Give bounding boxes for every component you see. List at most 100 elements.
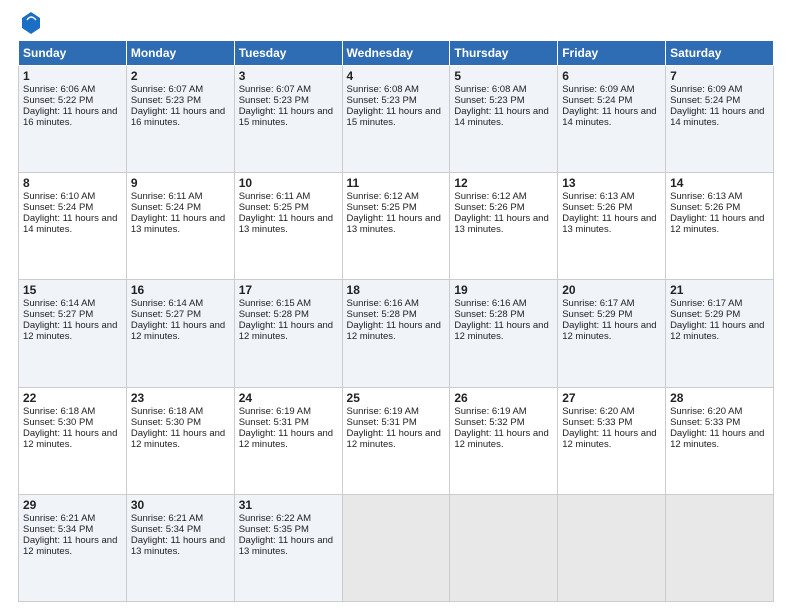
- day-number: 8: [23, 176, 122, 190]
- day-number: 7: [670, 69, 769, 83]
- calendar-header-monday: Monday: [126, 41, 234, 66]
- calendar-cell: 5Sunrise: 6:08 AMSunset: 5:23 PMDaylight…: [450, 66, 558, 173]
- sunset-text: Sunset: 5:24 PM: [670, 95, 740, 106]
- sunrise-text: Sunrise: 6:20 AM: [670, 406, 742, 417]
- calendar-cell: 9Sunrise: 6:11 AMSunset: 5:24 PMDaylight…: [126, 173, 234, 280]
- day-number: 12: [454, 176, 553, 190]
- sunrise-text: Sunrise: 6:11 AM: [239, 191, 311, 202]
- sunrise-text: Sunrise: 6:16 AM: [454, 298, 526, 309]
- day-number: 9: [131, 176, 230, 190]
- calendar-cell: 14Sunrise: 6:13 AMSunset: 5:26 PMDayligh…: [666, 173, 774, 280]
- calendar-cell: [342, 494, 450, 601]
- daylight-text: Daylight: 11 hours and 12 minutes.: [131, 320, 225, 342]
- sunset-text: Sunset: 5:28 PM: [347, 309, 417, 320]
- day-number: 14: [670, 176, 769, 190]
- daylight-text: Daylight: 11 hours and 12 minutes.: [239, 428, 333, 450]
- sunset-text: Sunset: 5:24 PM: [23, 202, 93, 213]
- page: SundayMondayTuesdayWednesdayThursdayFrid…: [0, 0, 792, 612]
- day-number: 10: [239, 176, 338, 190]
- sunset-text: Sunset: 5:23 PM: [239, 95, 309, 106]
- calendar-cell: 3Sunrise: 6:07 AMSunset: 5:23 PMDaylight…: [234, 66, 342, 173]
- sunset-text: Sunset: 5:23 PM: [454, 95, 524, 106]
- sunrise-text: Sunrise: 6:17 AM: [562, 298, 634, 309]
- calendar-cell: 10Sunrise: 6:11 AMSunset: 5:25 PMDayligh…: [234, 173, 342, 280]
- daylight-text: Daylight: 11 hours and 14 minutes.: [454, 106, 548, 128]
- daylight-text: Daylight: 11 hours and 13 minutes.: [131, 535, 225, 557]
- calendar-cell: 4Sunrise: 6:08 AMSunset: 5:23 PMDaylight…: [342, 66, 450, 173]
- calendar-cell: 31Sunrise: 6:22 AMSunset: 5:35 PMDayligh…: [234, 494, 342, 601]
- sunrise-text: Sunrise: 6:12 AM: [454, 191, 526, 202]
- sunrise-text: Sunrise: 6:08 AM: [347, 84, 419, 95]
- sunset-text: Sunset: 5:29 PM: [670, 309, 740, 320]
- calendar-cell: 29Sunrise: 6:21 AMSunset: 5:34 PMDayligh…: [19, 494, 127, 601]
- sunset-text: Sunset: 5:23 PM: [347, 95, 417, 106]
- sunrise-text: Sunrise: 6:20 AM: [562, 406, 634, 417]
- day-number: 13: [562, 176, 661, 190]
- sunset-text: Sunset: 5:30 PM: [23, 417, 93, 428]
- day-number: 29: [23, 498, 122, 512]
- day-number: 6: [562, 69, 661, 83]
- sunrise-text: Sunrise: 6:21 AM: [23, 513, 95, 524]
- daylight-text: Daylight: 11 hours and 12 minutes.: [562, 428, 656, 450]
- sunset-text: Sunset: 5:23 PM: [131, 95, 201, 106]
- daylight-text: Daylight: 11 hours and 14 minutes.: [562, 106, 656, 128]
- calendar-cell: 15Sunrise: 6:14 AMSunset: 5:27 PMDayligh…: [19, 280, 127, 387]
- day-number: 19: [454, 283, 553, 297]
- daylight-text: Daylight: 11 hours and 12 minutes.: [23, 428, 117, 450]
- sunrise-text: Sunrise: 6:14 AM: [131, 298, 203, 309]
- calendar-table: SundayMondayTuesdayWednesdayThursdayFrid…: [18, 40, 774, 602]
- sunrise-text: Sunrise: 6:06 AM: [23, 84, 95, 95]
- daylight-text: Daylight: 11 hours and 12 minutes.: [23, 535, 117, 557]
- calendar-cell: 22Sunrise: 6:18 AMSunset: 5:30 PMDayligh…: [19, 387, 127, 494]
- calendar-cell: 17Sunrise: 6:15 AMSunset: 5:28 PMDayligh…: [234, 280, 342, 387]
- daylight-text: Daylight: 11 hours and 14 minutes.: [23, 213, 117, 235]
- daylight-text: Daylight: 11 hours and 12 minutes.: [670, 428, 764, 450]
- day-number: 25: [347, 391, 446, 405]
- sunset-text: Sunset: 5:27 PM: [23, 309, 93, 320]
- calendar-week-row: 29Sunrise: 6:21 AMSunset: 5:34 PMDayligh…: [19, 494, 774, 601]
- sunrise-text: Sunrise: 6:18 AM: [23, 406, 95, 417]
- sunset-text: Sunset: 5:31 PM: [239, 417, 309, 428]
- sunrise-text: Sunrise: 6:13 AM: [670, 191, 742, 202]
- calendar-cell: 28Sunrise: 6:20 AMSunset: 5:33 PMDayligh…: [666, 387, 774, 494]
- daylight-text: Daylight: 11 hours and 16 minutes.: [131, 106, 225, 128]
- calendar-cell: 30Sunrise: 6:21 AMSunset: 5:34 PMDayligh…: [126, 494, 234, 601]
- sunset-text: Sunset: 5:24 PM: [562, 95, 632, 106]
- daylight-text: Daylight: 11 hours and 13 minutes.: [562, 213, 656, 235]
- calendar-header-friday: Friday: [558, 41, 666, 66]
- daylight-text: Daylight: 11 hours and 12 minutes.: [239, 320, 333, 342]
- sunrise-text: Sunrise: 6:19 AM: [239, 406, 311, 417]
- day-number: 21: [670, 283, 769, 297]
- sunset-text: Sunset: 5:34 PM: [131, 524, 201, 535]
- sunrise-text: Sunrise: 6:10 AM: [23, 191, 95, 202]
- sunset-text: Sunset: 5:28 PM: [454, 309, 524, 320]
- sunrise-text: Sunrise: 6:19 AM: [347, 406, 419, 417]
- sunset-text: Sunset: 5:31 PM: [347, 417, 417, 428]
- day-number: 5: [454, 69, 553, 83]
- calendar-cell: 23Sunrise: 6:18 AMSunset: 5:30 PMDayligh…: [126, 387, 234, 494]
- daylight-text: Daylight: 11 hours and 13 minutes.: [131, 213, 225, 235]
- day-number: 23: [131, 391, 230, 405]
- sunrise-text: Sunrise: 6:16 AM: [347, 298, 419, 309]
- sunrise-text: Sunrise: 6:14 AM: [23, 298, 95, 309]
- calendar-header-wednesday: Wednesday: [342, 41, 450, 66]
- logo: [18, 14, 40, 34]
- sunset-text: Sunset: 5:32 PM: [454, 417, 524, 428]
- sunrise-text: Sunrise: 6:09 AM: [562, 84, 634, 95]
- sunset-text: Sunset: 5:25 PM: [239, 202, 309, 213]
- logo-icon: [22, 12, 40, 34]
- calendar-week-row: 22Sunrise: 6:18 AMSunset: 5:30 PMDayligh…: [19, 387, 774, 494]
- sunrise-text: Sunrise: 6:07 AM: [239, 84, 311, 95]
- sunrise-text: Sunrise: 6:21 AM: [131, 513, 203, 524]
- sunset-text: Sunset: 5:26 PM: [562, 202, 632, 213]
- sunset-text: Sunset: 5:26 PM: [454, 202, 524, 213]
- sunrise-text: Sunrise: 6:15 AM: [239, 298, 311, 309]
- calendar-week-row: 8Sunrise: 6:10 AMSunset: 5:24 PMDaylight…: [19, 173, 774, 280]
- calendar-cell: 27Sunrise: 6:20 AMSunset: 5:33 PMDayligh…: [558, 387, 666, 494]
- sunrise-text: Sunrise: 6:12 AM: [347, 191, 419, 202]
- day-number: 15: [23, 283, 122, 297]
- day-number: 11: [347, 176, 446, 190]
- calendar-cell: 18Sunrise: 6:16 AMSunset: 5:28 PMDayligh…: [342, 280, 450, 387]
- calendar-cell: 25Sunrise: 6:19 AMSunset: 5:31 PMDayligh…: [342, 387, 450, 494]
- calendar-cell: [558, 494, 666, 601]
